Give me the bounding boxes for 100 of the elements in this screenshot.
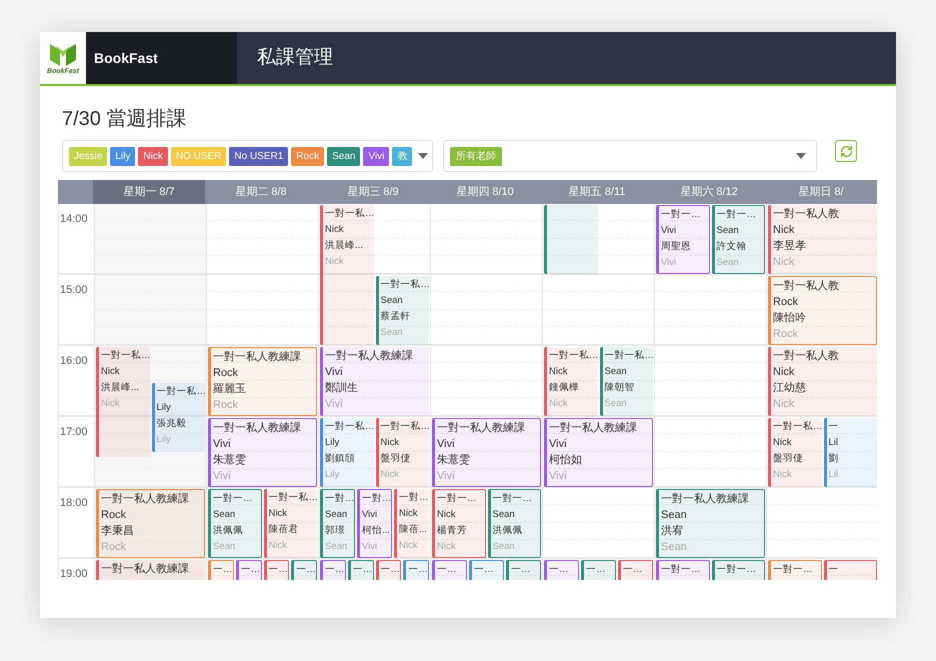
refresh-button[interactable] bbox=[835, 140, 857, 162]
event-teacher: Nick bbox=[773, 223, 794, 238]
event-student: 陳蓓君 bbox=[268, 523, 298, 537]
calendar-event[interactable]: 一對一私… Nick 洪晨峰... Nick bbox=[96, 347, 150, 458]
calendar-event[interactable]: 一對一私… Lily 張兆毅 Lily bbox=[152, 382, 205, 452]
event-teacher: Nick bbox=[268, 507, 287, 521]
teacher-tag[interactable]: No USER1 bbox=[229, 146, 288, 166]
event-footer: Sean bbox=[325, 539, 348, 555]
event-title: 一對… bbox=[398, 491, 428, 505]
teacher-tag-select[interactable]: Jessie Lily Nick NO USER No USER1 Rock Sean Vivi 教 bbox=[62, 140, 433, 172]
calendar-event[interactable]: 一對一私人教練課 Sean 洪宥 Sean bbox=[656, 489, 765, 558]
event-footer: Sean bbox=[213, 539, 236, 555]
calendar-event[interactable]: 一… bbox=[320, 560, 346, 580]
calendar-event[interactable]: 一對一… bbox=[656, 560, 710, 580]
calendar-event[interactable]: 一對一私人教練課 Vivi 鄭訓生 Vivi bbox=[320, 347, 429, 416]
page-title: 私課管理 bbox=[257, 46, 333, 70]
event-title: 一對一… bbox=[661, 208, 700, 222]
calendar-event[interactable]: 一對一私… Lily 劉鎮頎 Lily bbox=[320, 418, 374, 487]
event-teacher: Vivi bbox=[213, 437, 231, 452]
calendar-event[interactable]: 一對一私人教練課 bbox=[96, 560, 205, 580]
calendar-event[interactable]: 一對一私… Sean 陳朝智 Sean bbox=[600, 347, 653, 416]
calendar-event[interactable]: 一對一私人教 Nick 江幼慈 Nick bbox=[768, 347, 877, 416]
event-footer: Nick bbox=[398, 538, 418, 554]
calendar-event[interactable]: 一… bbox=[403, 560, 429, 580]
event-title: 一對一私… bbox=[101, 349, 150, 363]
calendar-event[interactable]: 一… bbox=[468, 560, 504, 580]
event-title: 一對一私… bbox=[773, 420, 822, 434]
calendar-event[interactable]: 一… bbox=[618, 560, 653, 580]
teacher-tag[interactable]: Vivi bbox=[363, 146, 390, 166]
day-header: 星期三 8/9 bbox=[346, 184, 400, 200]
calendar-event[interactable]: 一… bbox=[506, 560, 541, 580]
calendar-event[interactable]: 一… bbox=[544, 560, 579, 580]
event-title: 一對一… bbox=[213, 492, 252, 506]
event-student: 張兆毅 bbox=[156, 416, 186, 430]
event-title: 一… bbox=[510, 563, 530, 577]
calendar-event[interactable]: 一對一… Sean 洪佩佩 Sean bbox=[488, 489, 541, 558]
calendar-event[interactable]: 一對一私… Sean 蔡孟軒 Sean bbox=[376, 276, 429, 345]
calendar-event[interactable]: 一對一私… Nick 陳蓓君 Nick bbox=[264, 489, 317, 558]
event-title: 一對一… bbox=[661, 563, 700, 577]
event-footer: Sean bbox=[492, 539, 515, 555]
calendar-event[interactable]: 一… bbox=[432, 560, 467, 580]
event-student: 朱薏雯 bbox=[213, 452, 246, 468]
calendar-event[interactable]: 一… bbox=[291, 560, 317, 580]
event-title: 一對一私人教練課 bbox=[213, 421, 301, 436]
event-title: 一對… bbox=[325, 492, 354, 506]
calendar-event[interactable]: 一對一私人教練課 Vivi 朱薏雯 Vivi bbox=[208, 418, 317, 487]
calendar-event[interactable]: 一對一私… Nick 盤羽倢 Nick bbox=[376, 418, 429, 487]
calendar-event[interactable]: 一對一私人教練課 Rock 李秉昌 Rock bbox=[96, 489, 205, 558]
calendar-event[interactable]: 一對一私人教練課 Vivi 柯怡如 Vivi bbox=[544, 418, 653, 487]
calendar-event[interactable]: 一對一… Sean 許文翰 Sean bbox=[712, 205, 765, 274]
event-teacher: Nick bbox=[773, 365, 794, 380]
calendar-event[interactable]: 一對一… Vivi 周聖恩 Vivi bbox=[656, 205, 710, 274]
calendar-event[interactable]: 一… bbox=[348, 560, 374, 580]
event-title: 一… bbox=[622, 563, 642, 577]
calendar-event[interactable]: 一對一私… Nick 鍾佩樺 Nick bbox=[544, 347, 598, 416]
calendar-event[interactable]: 一… bbox=[208, 560, 234, 580]
event-student: 楊青芳 bbox=[437, 524, 467, 538]
teacher-tag[interactable]: Sean bbox=[327, 146, 360, 166]
event-title: 一對一私… bbox=[268, 491, 317, 505]
calendar-event[interactable]: 一對一私人教練課 Rock 羅麗玉 Rock bbox=[208, 347, 317, 416]
calendar-event[interactable]: 一… bbox=[236, 560, 262, 580]
event-student: 陳朝智 bbox=[604, 381, 634, 395]
event-student: 柯怡如 bbox=[549, 453, 582, 468]
calendar-event[interactable]: 一對一私人教 Nick 李昱孝 Nick bbox=[768, 205, 877, 274]
calendar-event[interactable]: 一對一… bbox=[768, 560, 822, 580]
calendar-event[interactable]: 一… bbox=[580, 560, 616, 580]
event-title: 一對一… bbox=[437, 492, 476, 506]
calendar-event[interactable]: 一 bbox=[824, 560, 877, 580]
calendar-event[interactable]: 一對一… Sean 洪佩佩 Sean bbox=[208, 489, 262, 558]
event-teacher: Vivi bbox=[437, 437, 455, 452]
event-student: 洪佩佩 bbox=[213, 524, 243, 538]
event-title: 一 bbox=[828, 563, 838, 577]
calendar-event[interactable]: 一對一… Nick 楊青芳 Nick bbox=[432, 489, 486, 558]
event-title: 一對一私人教 bbox=[773, 349, 839, 364]
event-title: 一… bbox=[240, 563, 260, 577]
calendar-event[interactable]: 一對… Nick 陳蓓... Nick bbox=[394, 489, 429, 558]
event-teacher: Rock bbox=[213, 366, 238, 381]
day-header: 星期二 8/8 bbox=[234, 184, 288, 200]
calendar-event[interactable]: 一對一私人教 Rock 陳怡吟 Rock bbox=[768, 276, 877, 345]
calendar-event[interactable]: 一… bbox=[376, 560, 402, 580]
calendar-event[interactable]: 一對一私… Nick 洪晨峰... Nick bbox=[320, 205, 374, 345]
event-title: 一對一私人教練課 bbox=[101, 562, 189, 577]
event-teacher: Nick bbox=[380, 436, 399, 450]
event-title: 一對一私人教練課 bbox=[549, 421, 637, 436]
calendar-event[interactable]: 一對… Sean 郭璟 Sean bbox=[320, 489, 355, 558]
event-title: 一… bbox=[352, 563, 372, 577]
calendar-event[interactable]: 一對一私人教練課 Vivi 朱薏雯 Vivi bbox=[432, 418, 541, 487]
calendar-event[interactable]: 一對… Vivi 柯怡... Vivi bbox=[356, 489, 392, 558]
calendar-event[interactable]: 一對一私… Nick 盤羽倢 Nick bbox=[768, 418, 822, 487]
brand-name: BookFast bbox=[94, 48, 158, 68]
event-teacher: Sean bbox=[661, 508, 687, 523]
event-title: 一… bbox=[437, 563, 456, 577]
calendar-event[interactable]: 一對一… bbox=[712, 560, 765, 580]
event-title: 一對一私人教練課 bbox=[101, 492, 189, 507]
calendar-event[interactable]: 一… bbox=[264, 560, 290, 580]
calendar-event[interactable]: 一 Lil 劉 Lil bbox=[824, 418, 877, 487]
event-footer: Rock bbox=[773, 326, 798, 342]
event-footer: Vivi bbox=[549, 468, 567, 484]
calendar-event[interactable] bbox=[544, 205, 598, 274]
event-title: 一對一私人教 bbox=[773, 207, 839, 222]
